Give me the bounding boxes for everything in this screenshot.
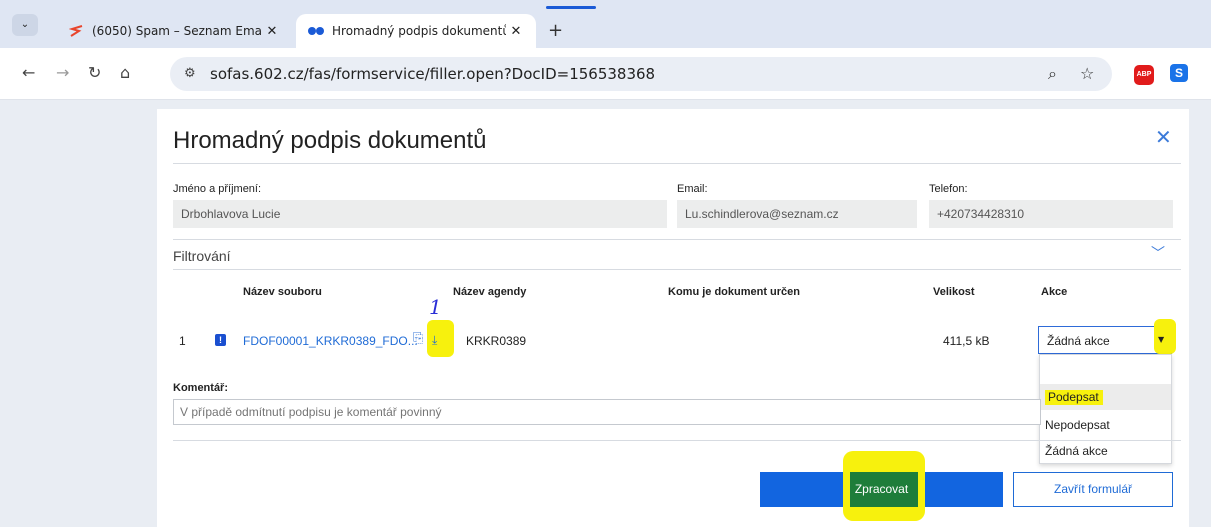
close-icon[interactable]: ✕ <box>506 24 526 39</box>
header-file: Název souboru <box>243 286 322 298</box>
tab-indicator <box>546 6 596 9</box>
zoom-icon[interactable]: ⌕ <box>1048 64 1057 84</box>
forward-icon[interactable]: → <box>56 63 69 82</box>
file-size: 411,5 kB <box>943 334 990 348</box>
option-no-action[interactable]: Žádná akce <box>1040 438 1171 464</box>
adblock-icon[interactable]: ABP <box>1134 65 1154 85</box>
email-label: Email: <box>677 183 708 195</box>
address-bar[interactable]: ⚙ sofas.602.cz/fas/formservice/filler.op… <box>170 57 1112 91</box>
form-card: Hromadný podpis dokumentů ✕ Jméno a příj… <box>157 109 1189 527</box>
phone-field: +420734428310 <box>929 200 1173 228</box>
option-label: Žádná akce <box>1045 444 1108 458</box>
close-form-button[interactable]: Zavřít formulář <box>1013 472 1173 507</box>
agenda-name: KRKR0389 <box>466 334 527 348</box>
divider <box>173 239 1181 240</box>
tab-title: Hromadný podpis dokumentů <box>332 24 506 38</box>
back-icon[interactable]: ← <box>22 63 35 82</box>
submit-button-label[interactable]: Zpracovat <box>760 472 1003 507</box>
site-info-icon[interactable]: ⚙ <box>184 66 196 81</box>
tab-title: (6050) Spam – Seznam Email <box>92 24 262 38</box>
document-icon[interactable]: ⎘ <box>413 331 423 346</box>
close-icon[interactable]: ✕ <box>1155 125 1172 149</box>
close-icon[interactable]: ✕ <box>262 24 282 39</box>
email-field: Lu.schindlerova@seznam.cz <box>677 200 917 228</box>
page-content: Hromadný podpis dokumentů ✕ Jméno a příj… <box>0 101 1211 527</box>
url-text[interactable]: sofas.602.cz/fas/formservice/filler.open… <box>210 65 655 83</box>
header-action: Akce <box>1041 286 1068 298</box>
reload-icon[interactable]: ↻ <box>88 63 101 82</box>
phone-label: Telefon: <box>929 183 968 195</box>
seznam-icon <box>68 23 84 39</box>
option-sign[interactable]: Podepsat <box>1040 384 1171 410</box>
browser-toolbar: ← → ↻ ⌂ ⚙ sofas.602.cz/fas/formservice/f… <box>0 48 1211 100</box>
row-number: 1 <box>179 334 186 348</box>
extension-s-icon[interactable]: S <box>1170 64 1188 82</box>
download-icon[interactable]: ⤓ <box>432 333 437 348</box>
file-link[interactable]: FDOF00001_KRKR0389_FDO... <box>243 334 418 348</box>
tab-search-button[interactable]: ⌄ <box>12 14 38 36</box>
divider <box>173 269 1181 270</box>
tab-spam[interactable]: (6050) Spam – Seznam Email ✕ <box>56 14 292 48</box>
option-not-sign[interactable]: Nepodepsat <box>1040 412 1171 438</box>
dots-icon <box>308 23 324 39</box>
bookmark-star-icon[interactable]: ☆ <box>1080 64 1094 83</box>
option-label: Nepodepsat <box>1045 418 1110 432</box>
new-tab-icon[interactable]: + <box>548 20 563 41</box>
name-label: Jméno a příjmení: <box>173 183 262 195</box>
action-dropdown: Podepsat Nepodepsat Žádná akce <box>1039 354 1172 464</box>
caret-down-icon[interactable]: ▼ <box>1158 335 1164 344</box>
filter-title[interactable]: Filtrování <box>173 248 231 264</box>
page-title: Hromadný podpis dokumentů <box>173 127 487 154</box>
header-agenda: Název agendy <box>453 286 527 298</box>
divider <box>173 163 1181 164</box>
handwritten-annotation: 1 <box>429 295 442 319</box>
divider <box>173 440 1181 441</box>
home-icon[interactable]: ⌂ <box>120 63 130 82</box>
comment-input[interactable] <box>173 399 1041 425</box>
tab-strip: ⌄ (6050) Spam – Seznam Email ✕ Hromadný … <box>0 0 1211 48</box>
name-field: Drbohlavova Lucie <box>173 200 667 228</box>
header-size: Velikost <box>933 286 975 298</box>
warning-icon: ! <box>215 334 226 346</box>
chevron-down-icon[interactable]: ﹀ <box>1151 243 1165 263</box>
option-label: Podepsat <box>1045 390 1103 405</box>
header-recipient: Komu je dokument určen <box>668 286 801 298</box>
comment-label: Komentář: <box>173 382 229 394</box>
action-select[interactable]: Žádná akce <box>1038 326 1172 354</box>
tab-form[interactable]: Hromadný podpis dokumentů ✕ <box>296 14 536 48</box>
